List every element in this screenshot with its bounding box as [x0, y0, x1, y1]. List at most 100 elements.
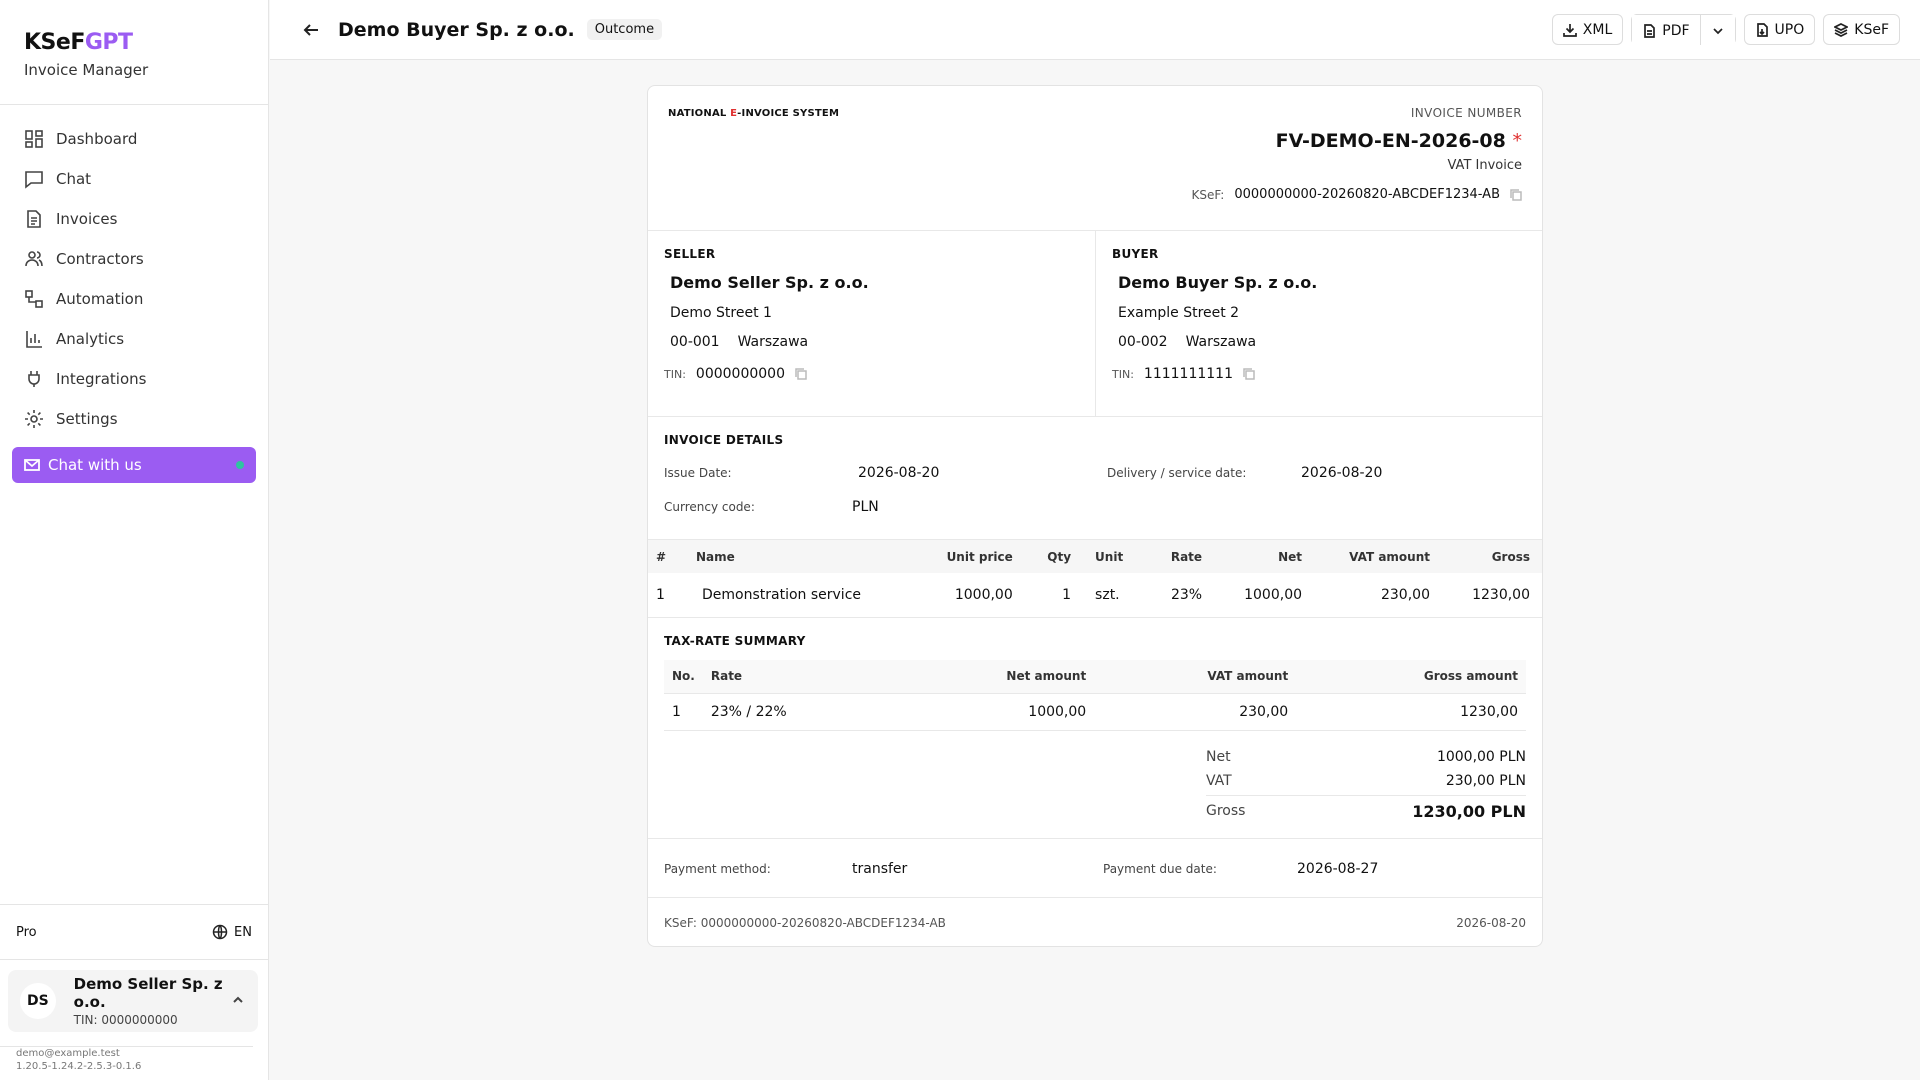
top-bar: Demo Buyer Sp. z o.o. Outcome XML PDF UP… — [270, 0, 1920, 60]
line-items-table: # Name Unit price Qty Unit Rate Net VAT … — [648, 540, 1542, 618]
sidebar-item-settings[interactable]: Settings — [0, 399, 268, 439]
payment-due: Payment due date: 2026-08-27 — [1103, 861, 1378, 877]
logo[interactable]: KSeFGPT — [24, 30, 244, 55]
dashboard-icon — [25, 130, 43, 148]
sidebar-item-analytics[interactable]: Analytics — [0, 319, 268, 359]
footer-meta: demo@example.test 1.20.5-1.24.2-2.5.3-0.… — [0, 1046, 253, 1073]
plug-icon — [28, 371, 40, 387]
sum-no: 1 — [664, 693, 703, 731]
buyer-zip: 00-002 — [1118, 334, 1168, 350]
language-switcher[interactable]: EN — [212, 924, 252, 940]
details-title: INVOICE DETAILS — [664, 433, 784, 447]
sidebar-item-integrations[interactable]: Integrations — [0, 359, 268, 399]
required-marker: * — [1512, 130, 1523, 152]
tax-rate-summary: TAX-RATE SUMMARY No. Rate Net amount VAT… — [648, 618, 1542, 827]
copy-icon[interactable] — [1510, 188, 1522, 201]
download-icon — [1562, 23, 1577, 37]
total-net: Net 1000,00 PLN — [1206, 745, 1526, 769]
gear-icon — [25, 410, 43, 428]
totals: Net 1000,00 PLN VAT 230,00 PLN Gross 1230,0… — [1206, 745, 1526, 826]
sidebar-item-label: Dashboard — [56, 130, 138, 148]
account-name: Demo Seller Sp. z o.o. — [73, 975, 223, 1011]
total-gross-label: Gross — [1206, 803, 1246, 819]
sidebar: KSeFGPT Invoice Manager Dashboard Chat I… — [0, 0, 269, 1080]
chat-with-us-label: Chat with us — [48, 456, 142, 474]
sidebar-item-automation[interactable]: Automation — [0, 279, 268, 319]
total-gross: Gross 1230,00 PLN — [1206, 795, 1526, 826]
page-title: Demo Buyer Sp. z o.o. — [338, 18, 575, 41]
sidebar-item-invoices[interactable]: Invoices — [0, 199, 268, 239]
col-gross: Gross — [1441, 540, 1542, 573]
language-label: EN — [234, 924, 252, 940]
invoice-number-label: INVOICE NUMBER — [1410, 106, 1522, 120]
invoice-card: NATIONAL E-INVOICE SYSTEM INVOICE NUMBER… — [647, 85, 1543, 947]
back-arrow-icon[interactable] — [302, 21, 320, 39]
invoice-details: INVOICE DETAILS Issue Date: 2026-08-20 De… — [648, 417, 1542, 540]
delivery-date-value: 2026-08-20 — [1301, 465, 1383, 481]
sidebar-item-chat[interactable]: Chat — [0, 159, 268, 199]
currency-label: Currency code: — [664, 500, 755, 514]
mail-icon — [24, 459, 40, 471]
pdf-options-dropdown[interactable] — [1700, 15, 1735, 46]
sum-col-gross: Gross amount — [1296, 659, 1526, 694]
sidebar-item-label: Contractors — [56, 250, 144, 268]
col-unit-price: Unit price — [914, 540, 1025, 573]
seller-city: Warszawa — [737, 334, 809, 350]
issue-date-label: Issue Date: — [664, 466, 732, 480]
col-name: Name — [684, 540, 915, 573]
buyer-tin-value: 1111111111 — [1143, 366, 1233, 382]
seller-section: SELLER Demo Seller Sp. z o.o. Demo Stree… — [648, 231, 1095, 416]
account-tin: TIN: 0000000000 — [73, 1013, 178, 1027]
col-rate: Rate — [1146, 540, 1215, 573]
logo-accent: GPT — [84, 30, 133, 55]
payment-due-value: 2026-08-27 — [1297, 861, 1379, 877]
seller-name: Demo Seller Sp. z o.o. — [670, 273, 869, 292]
download-upo-button[interactable]: UPO — [1743, 14, 1816, 45]
pdf-label: PDF — [1662, 22, 1690, 39]
sidebar-item-label: Automation — [56, 290, 144, 308]
item-qty: 1 — [1024, 573, 1084, 618]
download-pdf-button[interactable]: PDF — [1632, 15, 1700, 46]
chat-with-us-button[interactable]: Chat with us — [12, 447, 256, 483]
document-icon — [1644, 23, 1656, 38]
buyer-city: Warszawa — [1185, 334, 1257, 350]
sidebar-item-contractors[interactable]: Contractors — [0, 239, 268, 279]
total-vat-value: 230,00 PLN — [1445, 773, 1526, 789]
seller-tin: TIN: 0000000000 — [664, 366, 1079, 382]
chat-icon — [25, 171, 43, 189]
line-items-header: # Name Unit price Qty Unit Rate Net VAT … — [648, 540, 1542, 573]
account-switcher[interactable]: DS Demo Seller Sp. z o.o. TIN: 000000000… — [8, 970, 258, 1032]
sum-vat: 230,00 — [1094, 693, 1297, 731]
buyer-street: Example Street 2 — [1118, 305, 1240, 321]
copy-icon[interactable] — [795, 368, 807, 380]
invoice-footer: KSeF: 0000000000-20260820-ABCDEF1234-AB … — [664, 916, 1526, 930]
copy-icon[interactable] — [1243, 368, 1255, 380]
buyer-section: BUYER Demo Buyer Sp. z o.o. Example Stre… — [1095, 231, 1542, 416]
payment-method-label: Payment method: — [664, 862, 771, 876]
online-indicator — [236, 461, 244, 469]
download-xml-button[interactable]: XML — [1551, 14, 1624, 45]
invoice-icon — [27, 210, 41, 228]
users-icon — [25, 251, 43, 267]
system-name: NATIONAL E-INVOICE SYSTEM — [668, 108, 839, 119]
seller-zip: 00-001 — [670, 334, 720, 350]
avatar: DS — [20, 983, 56, 1019]
ksef-label: KSeF — [1854, 21, 1889, 38]
status-badge: Outcome — [586, 19, 663, 40]
sidebar-item-label: Integrations — [56, 370, 147, 388]
col-net: Net — [1214, 540, 1315, 573]
seller-street: Demo Street 1 — [670, 305, 772, 321]
issue-date-value: 2026-08-20 — [858, 465, 940, 481]
seller-city-line: 00-001 Warszawa — [670, 334, 1079, 350]
ksef-button[interactable]: KSeF — [1823, 14, 1900, 45]
payment-method-value: transfer — [852, 861, 908, 877]
item-name: Demonstration service — [684, 573, 915, 618]
sidebar-item-label: Chat — [56, 170, 92, 188]
ksef-number-value: 0000000000-20260820-ABCDEF1234-AB — [1234, 187, 1500, 202]
plan-label: Pro — [16, 924, 37, 940]
account-email: demo@example.test — [16, 1048, 120, 1059]
sidebar-item-dashboard[interactable]: Dashboard — [0, 119, 268, 159]
app-version: 1.20.5-1.24.2-2.5.3-0.1.6 — [16, 1061, 142, 1072]
layers-icon — [1834, 22, 1849, 37]
main-nav: Dashboard Chat Invoices Contractors Auto… — [0, 105, 268, 483]
